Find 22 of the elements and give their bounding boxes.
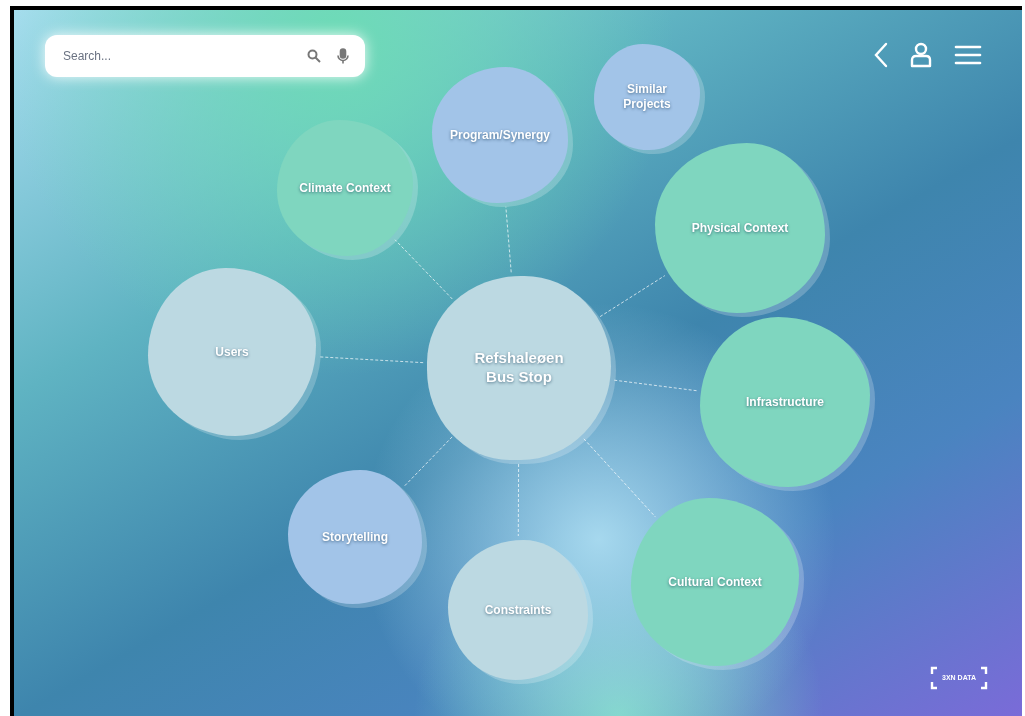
microphone-icon[interactable]	[337, 48, 349, 64]
mind-map-node[interactable]: Constraints	[448, 540, 588, 680]
connector-line	[403, 436, 453, 487]
menu-icon[interactable]	[954, 44, 982, 66]
mind-map-node[interactable]: Cultural Context	[631, 498, 799, 666]
mind-map-node[interactable]: Refshaleøen Bus Stop	[427, 276, 611, 460]
mind-map-node[interactable]: Storytelling	[288, 470, 422, 604]
connector-line	[394, 239, 453, 300]
mind-map-node[interactable]: Climate Context	[277, 120, 413, 256]
mind-map-node[interactable]: Physical Context	[655, 143, 825, 313]
bracket-icon	[930, 666, 939, 690]
connector-line	[599, 275, 666, 318]
mind-map-node[interactable]: Infrastructure	[700, 317, 870, 487]
connector-line	[505, 206, 512, 273]
mind-map-node[interactable]: Program/Synergy	[432, 67, 568, 203]
search-field[interactable]: Search...	[45, 35, 365, 77]
bracket-icon	[980, 666, 988, 690]
search-icon[interactable]	[307, 49, 321, 63]
mind-map-node[interactable]: Similar Projects	[594, 44, 700, 150]
mind-map-node[interactable]: Users	[148, 268, 316, 436]
back-icon[interactable]	[874, 42, 888, 68]
user-icon[interactable]	[910, 42, 932, 68]
